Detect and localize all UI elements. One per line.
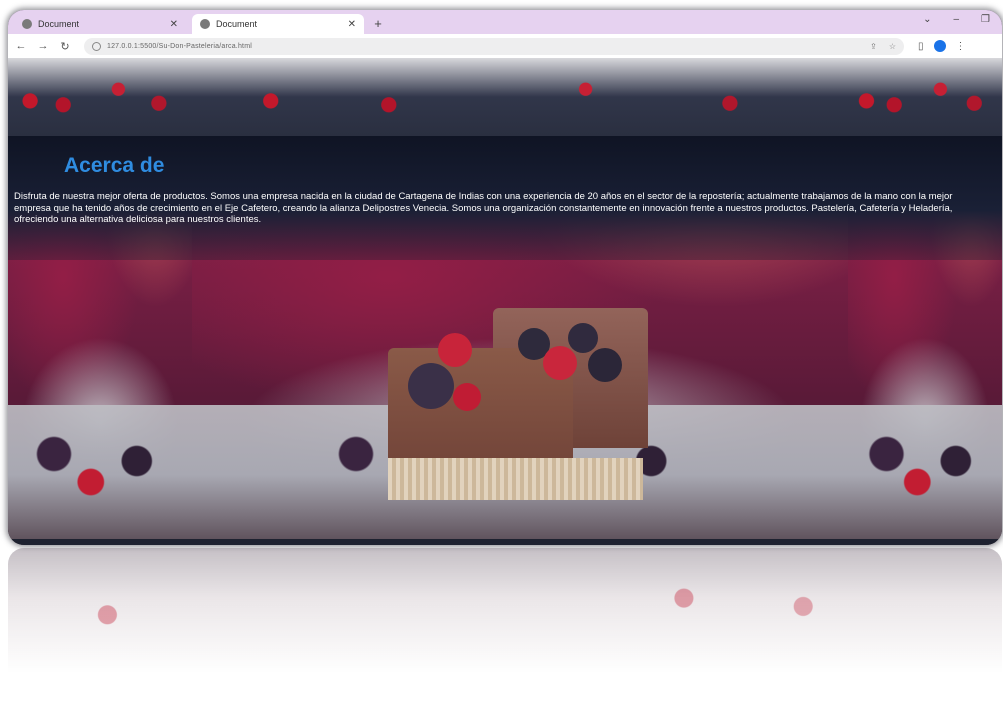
berries-strip bbox=[8, 58, 192, 136]
page-bottom-bar bbox=[8, 539, 1002, 545]
address-bar[interactable]: 127.0.0.1:5500/Su-Don-Pasteleria/arca.ht… bbox=[84, 37, 904, 55]
site-info-icon[interactable] bbox=[92, 41, 101, 51]
about-paragraph: Disfruta de nuestra mejor oferta de prod… bbox=[14, 191, 953, 225]
avatar[interactable] bbox=[933, 40, 946, 52]
cake-crust bbox=[388, 458, 643, 500]
blackberry bbox=[568, 323, 598, 353]
globe-icon bbox=[200, 19, 210, 29]
screenshot-reflection bbox=[8, 548, 1002, 715]
arrow-left-icon[interactable]: ← bbox=[12, 40, 30, 52]
close-icon[interactable]: ✕ bbox=[170, 19, 178, 30]
kebab-menu-icon[interactable]: ⋮ bbox=[956, 41, 966, 52]
browser-toolbar: ← → ↻ 127.0.0.1:5500/Su-Don-Pasteleria/a… bbox=[8, 34, 1002, 58]
background-image-tile bbox=[8, 58, 192, 545]
window-controls: ⌄ – ❐ bbox=[923, 14, 990, 25]
omnibox-actions: ⇪ ☆ bbox=[870, 42, 896, 51]
side-panel-icon[interactable]: ▯ bbox=[918, 41, 924, 52]
page-viewport: Acerca de Disfruta de nuestra mejor ofer… bbox=[8, 58, 1002, 545]
chocolate-cake-image bbox=[388, 288, 658, 508]
tab-title: Document bbox=[216, 19, 258, 29]
page-title: Acerca de bbox=[64, 154, 165, 177]
raspberry bbox=[438, 333, 472, 367]
berries-strip bbox=[192, 58, 848, 136]
bookmark-icon[interactable]: ☆ bbox=[889, 42, 896, 51]
tab-title: Document bbox=[38, 19, 80, 29]
tab-document-2[interactable]: Document ✕ bbox=[192, 14, 364, 34]
restore-icon[interactable]: ❐ bbox=[981, 14, 990, 25]
url-text: 127.0.0.1:5500/Su-Don-Pasteleria/arca.ht… bbox=[107, 42, 252, 50]
background-image-tile bbox=[848, 58, 1002, 545]
close-icon[interactable]: ✕ bbox=[348, 19, 356, 30]
raspberry bbox=[453, 383, 481, 411]
toolbar-right: ▯ ⋮ bbox=[918, 40, 966, 52]
berries-strip bbox=[848, 58, 1002, 136]
reload-icon[interactable]: ↻ bbox=[56, 40, 74, 53]
tab-strip: Document ✕ Document ✕ + ⌄ – ❐ bbox=[8, 10, 1002, 34]
blackberry bbox=[408, 363, 454, 409]
plate-decoration bbox=[8, 405, 192, 545]
minimize-icon[interactable]: – bbox=[953, 14, 959, 25]
background-image-main bbox=[192, 58, 848, 545]
blackberry bbox=[588, 348, 622, 382]
tab-document-1[interactable]: Document ✕ bbox=[14, 14, 186, 34]
globe-icon bbox=[22, 19, 32, 29]
plate-decoration bbox=[848, 405, 1002, 545]
chevron-down-icon[interactable]: ⌄ bbox=[923, 14, 931, 25]
arrow-right-icon[interactable]: → bbox=[34, 40, 52, 52]
raspberry bbox=[543, 346, 577, 380]
new-tab-button[interactable]: + bbox=[370, 16, 386, 32]
browser-window: Document ✕ Document ✕ + ⌄ – ❐ ← → ↻ 127.… bbox=[8, 10, 1002, 545]
share-icon[interactable]: ⇪ bbox=[870, 42, 877, 51]
